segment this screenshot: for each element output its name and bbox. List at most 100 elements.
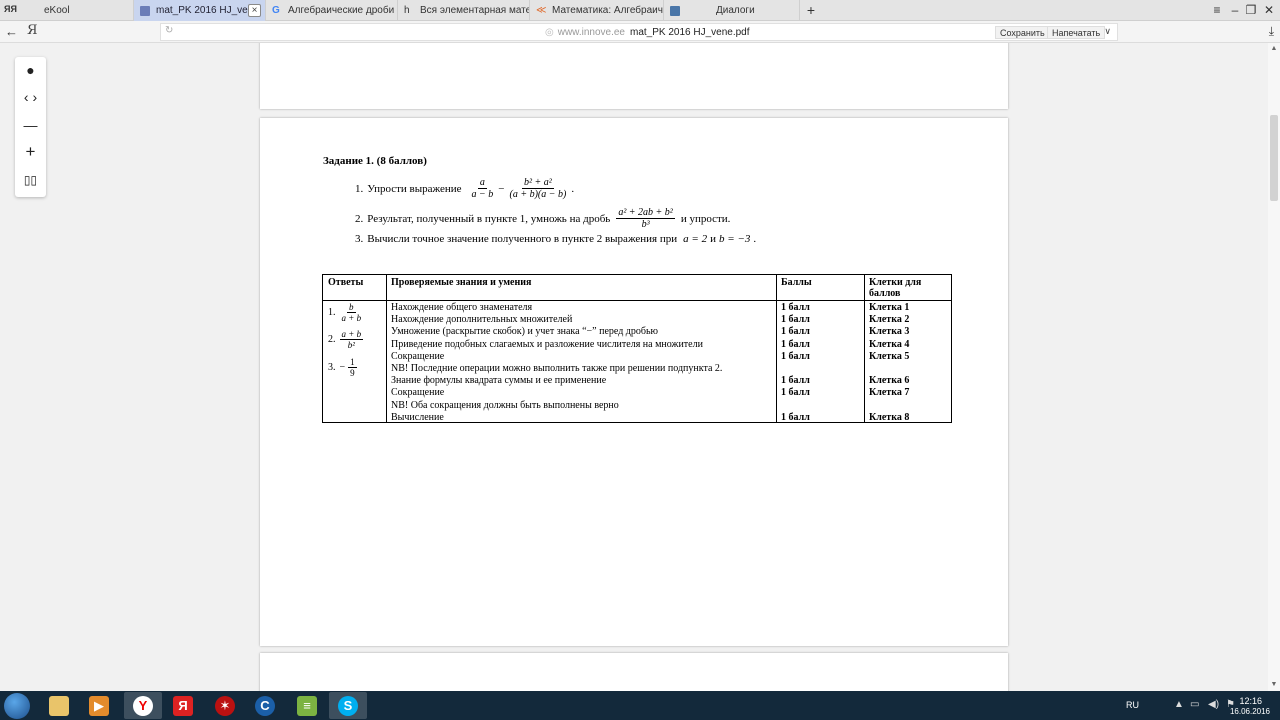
- scroll-thumb[interactable]: [1270, 115, 1278, 201]
- yandex-logo[interactable]: Я: [27, 23, 38, 38]
- download-icon[interactable]: ⤓: [1269, 24, 1274, 39]
- scroll-up-icon[interactable]: ▲: [1270, 45, 1278, 53]
- points-cell: 1 балл: [781, 314, 810, 326]
- conjunction: и: [710, 233, 716, 245]
- score-cell: Клетка 6: [869, 375, 910, 387]
- scroll-down-icon[interactable]: ▼: [1270, 681, 1278, 689]
- page-navigation-icon[interactable]: ‹ ›: [15, 87, 46, 107]
- numerator: b² + a²: [522, 177, 554, 189]
- item-end: .: [753, 233, 757, 245]
- chevron-down-icon[interactable]: ∨: [1104, 26, 1111, 37]
- new-tab-button[interactable]: +: [804, 3, 818, 17]
- item-number: 2.: [355, 212, 364, 225]
- stack-app-icon[interactable]: ≡: [288, 692, 326, 719]
- tab-ekool[interactable]: eKool: [22, 0, 134, 21]
- game-app-icon[interactable]: ✶: [206, 692, 244, 719]
- tab-dialogs[interactable]: Диалоги: [664, 0, 800, 21]
- numerator: b: [347, 302, 356, 313]
- maximize-icon[interactable]: ❐: [1244, 3, 1258, 17]
- menu-icon[interactable]: ≡: [1210, 3, 1224, 17]
- item-text: Вычисли точное значение полученного в пу…: [367, 233, 678, 245]
- viewer-tool-panel: ● ‹ › — + ▯▯: [15, 57, 46, 197]
- start-button[interactable]: [4, 693, 30, 719]
- score-cell: Клетка 7: [869, 387, 910, 399]
- address-row: ← Я ↻ ◎ www.innove.ee mat_PK 2016 HJ_vene.…: [0, 21, 1280, 43]
- skill-cell: Приведение подобных слагаемых и разложен…: [391, 338, 703, 350]
- back-arrow-icon[interactable]: ←: [5, 24, 18, 39]
- fraction: a a − b: [470, 177, 496, 200]
- fraction: a² + 2ab + b² b³: [616, 207, 675, 230]
- dialogs-icon: [670, 5, 680, 16]
- skill-cell: Сокращение: [391, 350, 445, 362]
- pdf-viewer: Задание 1. (8 баллов) 1. Упрости выражен…: [0, 43, 1280, 691]
- ekool-icon: [28, 6, 38, 16]
- numerator: 1: [348, 357, 357, 368]
- skill-cell: Знание формулы квадрата суммы и ее приме…: [391, 375, 607, 387]
- item-end: и упрости.: [680, 212, 731, 225]
- save-button[interactable]: Сохранить: [995, 26, 1050, 39]
- fraction: b a + b: [340, 302, 364, 323]
- denominator: (a + b)(a − b): [509, 189, 567, 200]
- tray-monitor-icon[interactable]: ▭: [1190, 699, 1199, 710]
- item-text: Упрости выражение: [367, 182, 462, 195]
- vertical-scrollbar[interactable]: ▲ ▼: [1268, 43, 1280, 691]
- math-value-a: a = 2: [683, 233, 708, 245]
- tray-expand-icon[interactable]: ▲: [1174, 699, 1184, 710]
- media-player-icon[interactable]: ▶: [80, 692, 118, 719]
- pointer-tool-icon[interactable]: ●: [15, 60, 46, 80]
- task-item-3: 3. Вычисли точное значение полученного в…: [355, 233, 756, 245]
- clock-date[interactable]: 16.06.2016: [1230, 707, 1270, 716]
- fit-page-icon[interactable]: ▯▯: [15, 170, 46, 190]
- url-domain: www.innove.ee: [557, 27, 625, 38]
- column-divider: [776, 275, 777, 422]
- item-text: Результат, полученный в пункте 1, умножь…: [367, 212, 611, 225]
- windows-taskbar: ▶ Y Я ✶ C ≡ S RU ▲ ▭ ◀) ⚑ 12:16 16.06.20…: [0, 691, 1280, 720]
- yandex-browser-icon[interactable]: Y: [124, 692, 162, 719]
- fraction: a + b b²: [339, 329, 364, 350]
- language-indicator[interactable]: RU: [1126, 700, 1139, 710]
- answer-number: 1.: [328, 307, 336, 318]
- pdf-page: Задание 1. (8 баллов) 1. Упрости выражен…: [260, 118, 1008, 646]
- score-cell: Клетка 1: [869, 302, 910, 313]
- tab-elementary-math[interactable]: h Вся элементарная матема: [398, 0, 530, 21]
- numerator: a² + 2ab + b²: [616, 207, 675, 219]
- points-cell: 1 балл: [781, 350, 810, 362]
- answer-2: 2. a + b b²: [328, 329, 366, 350]
- clock-time[interactable]: 12:16: [1239, 696, 1262, 706]
- address-bar[interactable]: ↻ ◎ www.innove.ee mat_PK 2016 HJ_vene.pdf …: [160, 23, 1118, 41]
- column-divider: [386, 275, 387, 422]
- points-cell: 1 балл: [781, 375, 810, 387]
- yandex-icon[interactable]: Я: [164, 692, 202, 719]
- ccleaner-icon[interactable]: C: [246, 692, 284, 719]
- volume-icon[interactable]: ◀): [1208, 699, 1219, 710]
- answer-1: 1. b a + b: [328, 302, 366, 323]
- system-tray: RU ▲ ▭ ◀) ⚑ 12:16 16.06.2016: [1120, 691, 1280, 720]
- tab-math-algebraic[interactable]: ≪ Математика: Алгебраическ: [530, 0, 664, 21]
- minimize-icon[interactable]: –: [1228, 3, 1242, 17]
- skype-icon[interactable]: S: [329, 692, 367, 719]
- skill-cell: Нахождение общего знаменателя: [391, 302, 533, 313]
- score-cell: Клетка 2: [869, 314, 910, 326]
- close-tab-icon[interactable]: ×: [248, 4, 261, 17]
- browser-menu-icon[interactable]: ЯЯ: [4, 4, 18, 16]
- task-title: Задание 1. (8 баллов): [323, 155, 427, 167]
- header-answers: Ответы: [328, 277, 364, 288]
- item-end: .: [571, 182, 575, 195]
- tab-bar: ЯЯ eKool mat_PK 2016 HJ_vene.pdf × G Алг…: [0, 0, 1280, 21]
- numerator: a + b: [339, 329, 364, 340]
- header-cells: Клетки для баллов: [869, 277, 922, 299]
- reload-icon[interactable]: ↻: [165, 25, 173, 36]
- zoom-out-icon[interactable]: —: [15, 115, 46, 135]
- print-button[interactable]: Напечатать: [1047, 26, 1106, 39]
- task-item-1: 1. Упрости выражение a a − b − b² + a² (…: [355, 177, 574, 200]
- file-explorer-icon[interactable]: [40, 692, 78, 719]
- zoom-in-icon[interactable]: +: [15, 142, 46, 162]
- tab-pdf[interactable]: mat_PK 2016 HJ_vene.pdf ×: [134, 0, 266, 21]
- minus-sign: −: [339, 362, 346, 373]
- answer-3: 3. − 1 9: [328, 357, 360, 378]
- tab-algebraic-fractions[interactable]: G Алгебраические дроби - П: [266, 0, 398, 21]
- pdf-icon: [140, 5, 150, 16]
- scoring-table: Ответы Проверяемые знания и умения Баллы…: [322, 274, 952, 423]
- close-window-icon[interactable]: ✕: [1262, 3, 1276, 17]
- numerator: a: [477, 177, 487, 189]
